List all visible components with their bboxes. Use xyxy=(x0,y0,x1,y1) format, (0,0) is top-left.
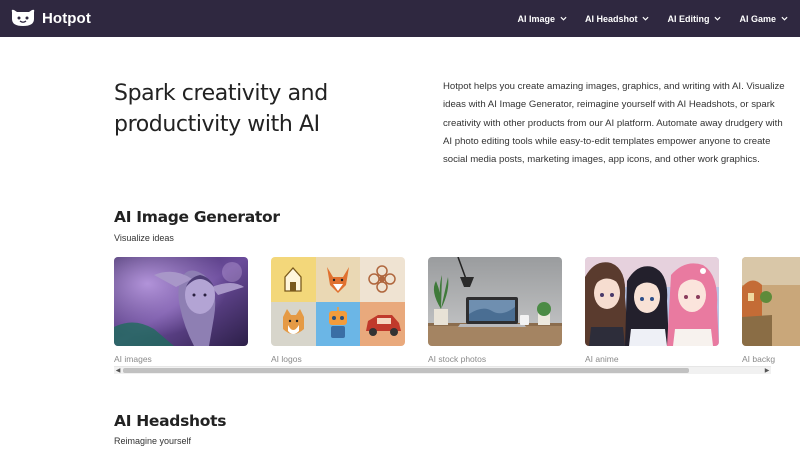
card-label: AI logos xyxy=(271,354,302,364)
nav-label: AI Game xyxy=(739,13,776,24)
scroll-right-arrow-icon[interactable]: ▶ xyxy=(763,367,771,375)
card-ai-stock-photos[interactable]: AI stock photos xyxy=(428,257,562,367)
card-thumbnail xyxy=(428,257,562,346)
card-thumbnail xyxy=(742,257,800,346)
chevron-down-icon xyxy=(642,16,650,21)
nav-ai-editing[interactable]: AI Editing xyxy=(667,13,722,24)
nav-ai-headshot[interactable]: AI Headshot xyxy=(585,14,650,24)
nav-ai-image[interactable]: AI Image xyxy=(517,14,567,24)
card-ai-logos[interactable]: AI logos xyxy=(271,257,405,367)
chevron-down-icon xyxy=(781,16,788,21)
section-title-headshots: AI Headshots xyxy=(114,412,227,430)
card-thumbnail xyxy=(271,257,405,346)
card-ai-images[interactable]: AI images xyxy=(114,257,248,367)
card-thumbnail xyxy=(114,257,248,346)
nav-ai-game[interactable]: AI Game xyxy=(739,14,788,24)
section-subtitle-headshots: Reimagine yourself xyxy=(114,436,192,446)
chevron-down-icon xyxy=(714,16,722,21)
hero-title: Spark creativity and productivity with A… xyxy=(114,81,328,137)
nav-label: AI Headshot xyxy=(584,13,638,24)
card-label: AI backg xyxy=(742,354,776,364)
scrollbar-thumb[interactable] xyxy=(123,368,689,373)
section-title-image-generator: AI Image Generator xyxy=(114,208,280,226)
nav-label: AI Image xyxy=(517,13,555,24)
card-label: AI stock photos xyxy=(428,354,487,364)
card-thumbnail xyxy=(585,257,719,346)
nav-label: AI Editing xyxy=(667,13,710,24)
card-ai-backgrounds[interactable]: AI backg xyxy=(742,257,800,367)
hero-description: Hotpot helps you create amazing images, … xyxy=(443,81,785,166)
section-subtitle-image-generator: Visualize ideas xyxy=(114,233,174,243)
card-label: AI images xyxy=(114,354,152,364)
chevron-down-icon xyxy=(560,16,567,21)
scroll-left-arrow-icon[interactable]: ◀ xyxy=(114,367,122,375)
top-navigation-bar: Hotpot AI Image AI Headshot AI Editing A… xyxy=(0,0,800,37)
brand-logo-link[interactable]: Hotpot xyxy=(10,7,91,29)
image-generator-carousel: AI images AI logos AI stock photos AI an… xyxy=(114,257,800,369)
brand-name: Hotpot xyxy=(42,9,91,27)
carousel-scrollbar[interactable]: ◀ ▶ xyxy=(114,366,771,374)
main-nav: AI Image AI Headshot AI Editing AI Game xyxy=(517,0,788,37)
card-label: AI anime xyxy=(585,354,619,364)
hotpot-logo-icon xyxy=(11,9,35,26)
card-ai-anime[interactable]: AI anime xyxy=(585,257,719,367)
